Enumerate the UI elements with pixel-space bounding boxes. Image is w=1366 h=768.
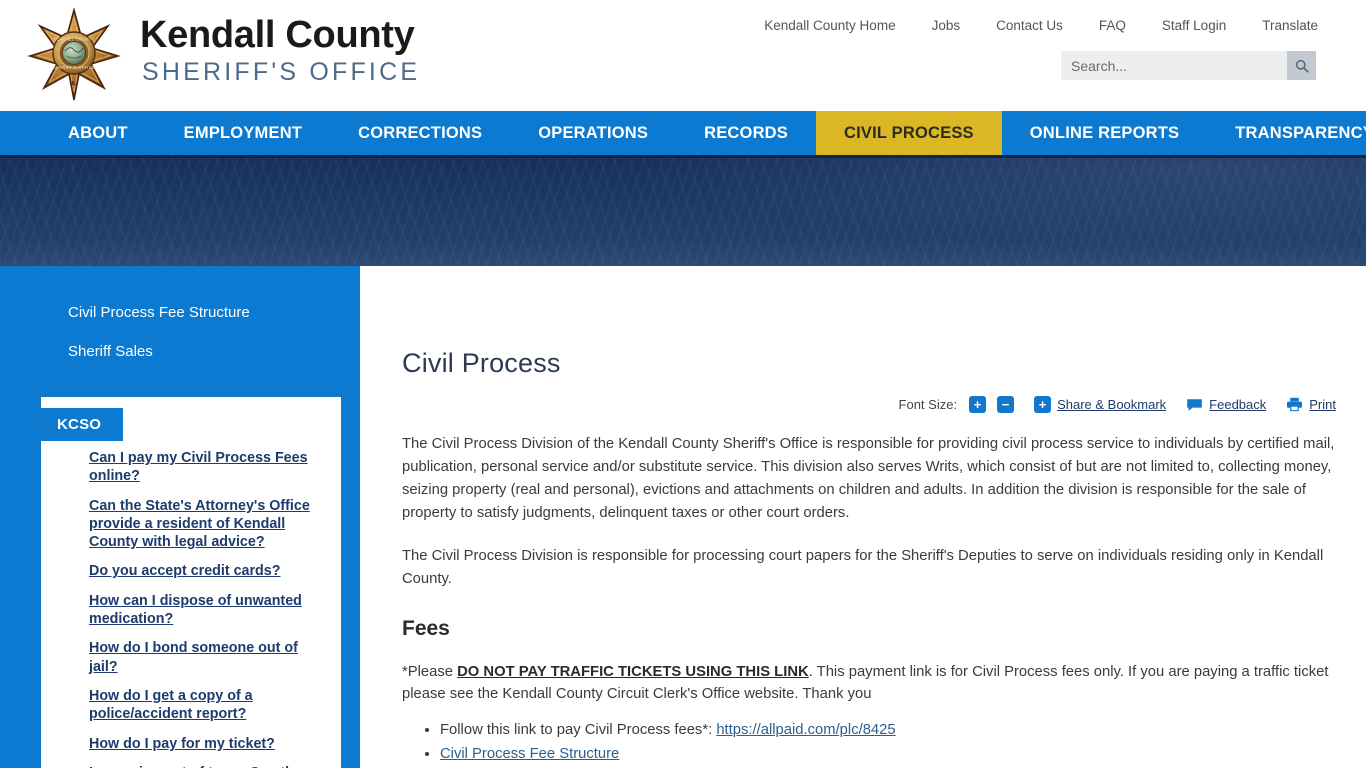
utility-link-translate[interactable]: Translate xyxy=(1262,18,1318,33)
faq-link-copy-of-police-accident-report[interactable]: How do I get a copy of a police/accident… xyxy=(89,687,325,724)
list-item: How do I bond someone out of jail? xyxy=(89,639,325,676)
nav-item-operations[interactable]: OPERATIONS xyxy=(510,111,676,155)
sheriff-star-badge-icon: KENDALL COUNTY SHERIFF'S OFFICE IL xyxy=(22,6,126,104)
faq-link-accept-credit-cards[interactable]: Do you accept credit cards? xyxy=(89,562,280,580)
fees-notice-warning: DO NOT PAY TRAFFIC TICKETS USING THIS LI… xyxy=(457,663,809,680)
faq-link-list: Can I pay my Civil Process Fees online? … xyxy=(41,397,341,768)
speech-bubble-icon xyxy=(1187,398,1202,411)
plus-icon: + xyxy=(1034,396,1052,413)
nav-item-employment[interactable]: EMPLOYMENT xyxy=(156,111,330,155)
font-size-increase-button[interactable]: + xyxy=(969,396,987,413)
list-item: Can the State's Attorney's Office provid… xyxy=(89,497,325,552)
share-bookmark-group[interactable]: + Share & Bookmark xyxy=(1034,396,1166,413)
print-link[interactable]: Print xyxy=(1309,397,1336,412)
feedback-group[interactable]: Feedback xyxy=(1186,397,1266,412)
utility-link-staff-login[interactable]: Staff Login xyxy=(1162,18,1226,33)
civil-process-fee-structure-link[interactable]: Civil Process Fee Structure xyxy=(440,746,619,762)
faq-link-bond-someone-out-of-jail[interactable]: How do I bond someone out of jail? xyxy=(89,639,325,676)
allpaid-payment-link[interactable]: https://allpaid.com/plc/8425 xyxy=(716,722,895,738)
sidebar-link-sheriff-sales[interactable]: Sheriff Sales xyxy=(0,332,360,371)
list-item: Follow this link to pay Civil Process fe… xyxy=(440,719,1336,743)
faq-link-pay-for-my-ticket[interactable]: How do I pay for my ticket? xyxy=(89,735,275,753)
utility-link-kendall-county-home[interactable]: Kendall County Home xyxy=(764,18,895,33)
page-tools-bar: Font Size: + − + Share & Bookmark Feedba… xyxy=(402,396,1336,413)
sidebar-link-civil-process-fee-structure[interactable]: Civil Process Fee Structure xyxy=(0,293,360,332)
primary-nav: ABOUT EMPLOYMENT CORRECTIONS OPERATIONS … xyxy=(0,111,1366,158)
fees-notice-prefix: *Please xyxy=(402,663,458,680)
pay-fees-bullet-text: Follow this link to pay Civil Process fe… xyxy=(440,722,717,739)
search-icon xyxy=(1295,59,1309,73)
nav-item-transparency[interactable]: TRANSPARENCY xyxy=(1207,111,1366,155)
utility-link-faq[interactable]: FAQ xyxy=(1099,18,1126,33)
print-group[interactable]: Print xyxy=(1286,397,1336,412)
intro-paragraph-2: The Civil Process Division is responsibl… xyxy=(402,547,1324,587)
font-size-decrease-button[interactable]: − xyxy=(997,396,1015,413)
nav-item-online-reports[interactable]: ONLINE REPORTS xyxy=(1002,111,1207,155)
kcso-faq-panel: KCSO Can I pay my Civil Process Fees onl… xyxy=(40,396,342,768)
list-item: I am going out of town. Can the Sheriff'… xyxy=(89,764,325,768)
list-item: How do I pay for my ticket? xyxy=(89,735,325,753)
nav-item-about[interactable]: ABOUT xyxy=(40,111,156,155)
fees-links-list: Follow this link to pay Civil Process fe… xyxy=(440,719,1336,767)
search-input[interactable] xyxy=(1061,51,1287,80)
intro-paragraph-1: The Civil Process Division of the Kendal… xyxy=(402,436,1335,521)
font-size-label: Font Size: xyxy=(898,397,958,412)
search-button[interactable] xyxy=(1287,51,1316,80)
fees-heading: Fees xyxy=(402,616,450,640)
hero-banner xyxy=(0,158,1366,266)
faq-link-states-attorney-legal-advice[interactable]: Can the State's Attorney's Office provid… xyxy=(89,497,325,552)
list-item: Can I pay my Civil Process Fees online? xyxy=(89,449,325,486)
svg-text:KENDALL COUNTY: KENDALL COUNTY xyxy=(53,37,94,42)
list-item: How can I dispose of unwanted medication… xyxy=(89,592,325,629)
brand-logo-area[interactable]: KENDALL COUNTY SHERIFF'S OFFICE IL Kenda… xyxy=(22,6,421,104)
share-bookmark-link[interactable]: Share & Bookmark xyxy=(1057,397,1166,412)
utility-link-contact-us[interactable]: Contact Us xyxy=(996,18,1063,33)
nav-item-corrections[interactable]: CORRECTIONS xyxy=(330,111,510,155)
page-title: Civil Process xyxy=(402,348,561,378)
faq-link-out-of-town-house-watch[interactable]: I am going out of town. Can the Sheriff'… xyxy=(89,764,325,768)
main-content: Civil Process Font Size: + − + Share & B… xyxy=(360,266,1366,768)
sidebar: Civil Process Fee Structure Sheriff Sale… xyxy=(0,266,360,768)
utility-link-jobs[interactable]: Jobs xyxy=(932,18,961,33)
kcso-panel-tab[interactable]: KCSO xyxy=(41,408,124,441)
nav-item-civil-process[interactable]: CIVIL PROCESS xyxy=(816,111,1002,155)
list-item: Civil Process Fee Structure xyxy=(440,743,1336,767)
list-item: Do you accept credit cards? xyxy=(89,562,325,580)
brand-title: Kendall County xyxy=(140,14,415,57)
faq-link-pay-civil-process-fees-online[interactable]: Can I pay my Civil Process Fees online? xyxy=(89,449,325,486)
fees-notice: *Please DO NOT PAY TRAFFIC TICKETS USING… xyxy=(402,661,1336,707)
printer-icon xyxy=(1287,397,1303,412)
brand-subtitle: SHERIFF'S OFFICE xyxy=(142,58,421,87)
page-body: Civil Process Fee Structure Sheriff Sale… xyxy=(0,266,1366,768)
site-header: KENDALL COUNTY SHERIFF'S OFFICE IL Kenda… xyxy=(0,0,1366,111)
faq-link-dispose-unwanted-medication[interactable]: How can I dispose of unwanted medication… xyxy=(89,592,325,629)
nav-item-records[interactable]: RECORDS xyxy=(676,111,816,155)
feedback-link[interactable]: Feedback xyxy=(1209,397,1266,412)
site-search xyxy=(1061,51,1316,80)
utility-nav: Kendall County Home Jobs Contact Us FAQ … xyxy=(764,18,1318,33)
svg-text:SHERIFF'S OFFICE: SHERIFF'S OFFICE xyxy=(53,65,95,70)
list-item: How do I get a copy of a police/accident… xyxy=(89,687,325,724)
